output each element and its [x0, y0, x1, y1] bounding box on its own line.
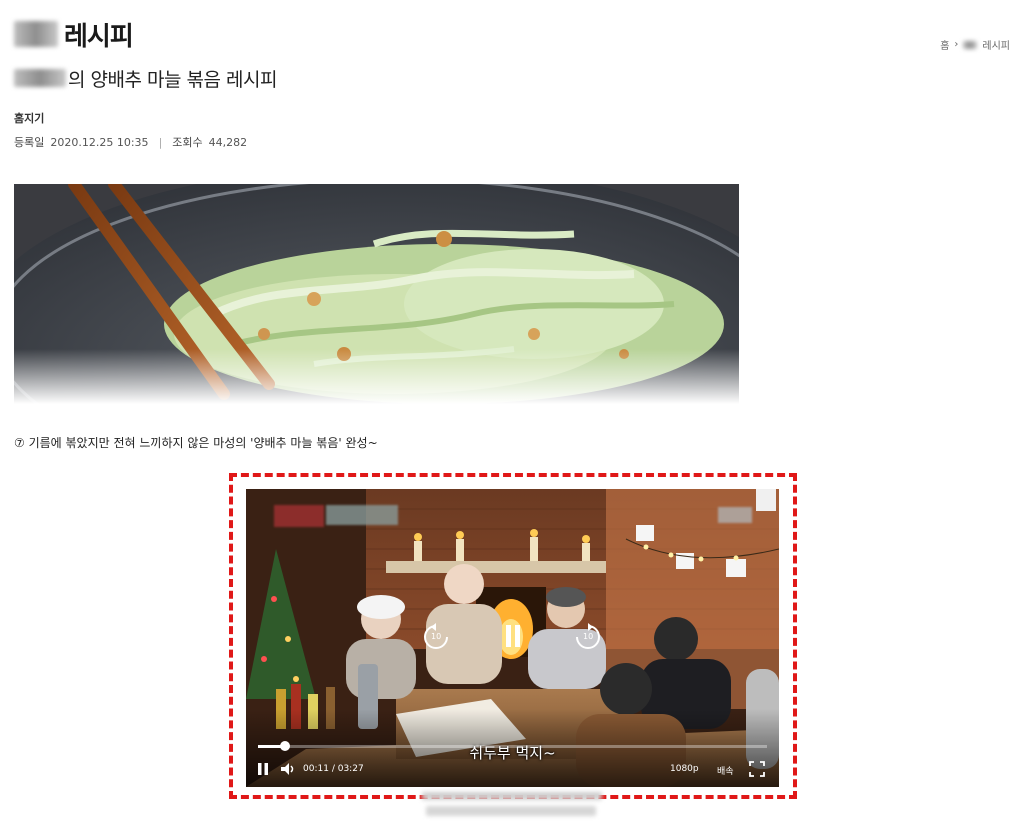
views-count: 44,282	[208, 135, 248, 149]
pause-icon	[258, 763, 268, 775]
quality-button[interactable]: 1080p	[670, 764, 699, 774]
rewind-seconds: 10	[431, 632, 442, 641]
time-separator: /	[331, 764, 335, 774]
blurred-person-name	[14, 69, 66, 87]
blurred-breadcrumb-name	[963, 40, 978, 49]
recipe-photo	[14, 184, 739, 404]
center-pause-icon[interactable]	[504, 623, 522, 649]
total-duration: 03:27	[337, 764, 364, 774]
blurred-source-line-2	[426, 806, 596, 816]
volume-icon	[281, 763, 294, 775]
pause-icon	[506, 625, 520, 647]
breadcrumb: 홈 › 레시피	[940, 37, 1010, 52]
recipe-title: 의 양배추 마늘 볶음 레시피	[14, 64, 277, 92]
current-time: 00:11	[303, 764, 329, 774]
cabbage-stirfry-image	[14, 184, 739, 404]
step-description: ⑦ 기름에 볶았지만 전혀 느끼하지 않은 마성의 '양배추 마늘 볶음' 완성…	[14, 436, 378, 450]
fullscreen-button[interactable]	[749, 761, 765, 777]
blurred-site-name	[14, 21, 58, 47]
breadcrumb-chevron-icon: ›	[954, 39, 959, 50]
registered-date: 2020.12.25 10:35	[50, 135, 149, 149]
fullscreen-icon	[749, 761, 765, 777]
meta-separator: |	[158, 135, 163, 149]
player-controls: 00:11 / 03:27 1080p 배속	[246, 744, 779, 787]
author-name: 홈지기	[14, 112, 45, 125]
breadcrumb-current-link[interactable]: 레시피	[982, 37, 1010, 52]
time-display: 00:11 / 03:27	[303, 764, 364, 774]
forward-seconds: 10	[583, 632, 594, 641]
section-title-text: 레시피	[64, 21, 134, 52]
blurred-source-line-1	[422, 792, 602, 800]
speed-button[interactable]: 배속	[717, 764, 734, 777]
forward-10-icon[interactable]: 10	[574, 623, 602, 651]
volume-button[interactable]	[280, 762, 296, 776]
video-player[interactable]: 10 10 쉬두부 먹지~ 00:11 / 03:27 1080p 배속	[246, 489, 779, 787]
recipe-title-text: 의 양배추 마늘 볶음 레시피	[68, 68, 277, 91]
post-meta: 등록일 2020.12.25 10:35 | 조회수 44,282	[14, 134, 247, 150]
views-label: 조회수	[172, 136, 203, 149]
rewind-10-icon[interactable]: 10	[422, 623, 450, 651]
site-section-title: 레시피	[14, 16, 134, 52]
breadcrumb-home-link[interactable]: 홈	[940, 37, 949, 52]
blurred-video-source	[412, 792, 612, 822]
play-pause-button[interactable]	[256, 762, 270, 776]
registered-label: 등록일	[14, 136, 45, 149]
